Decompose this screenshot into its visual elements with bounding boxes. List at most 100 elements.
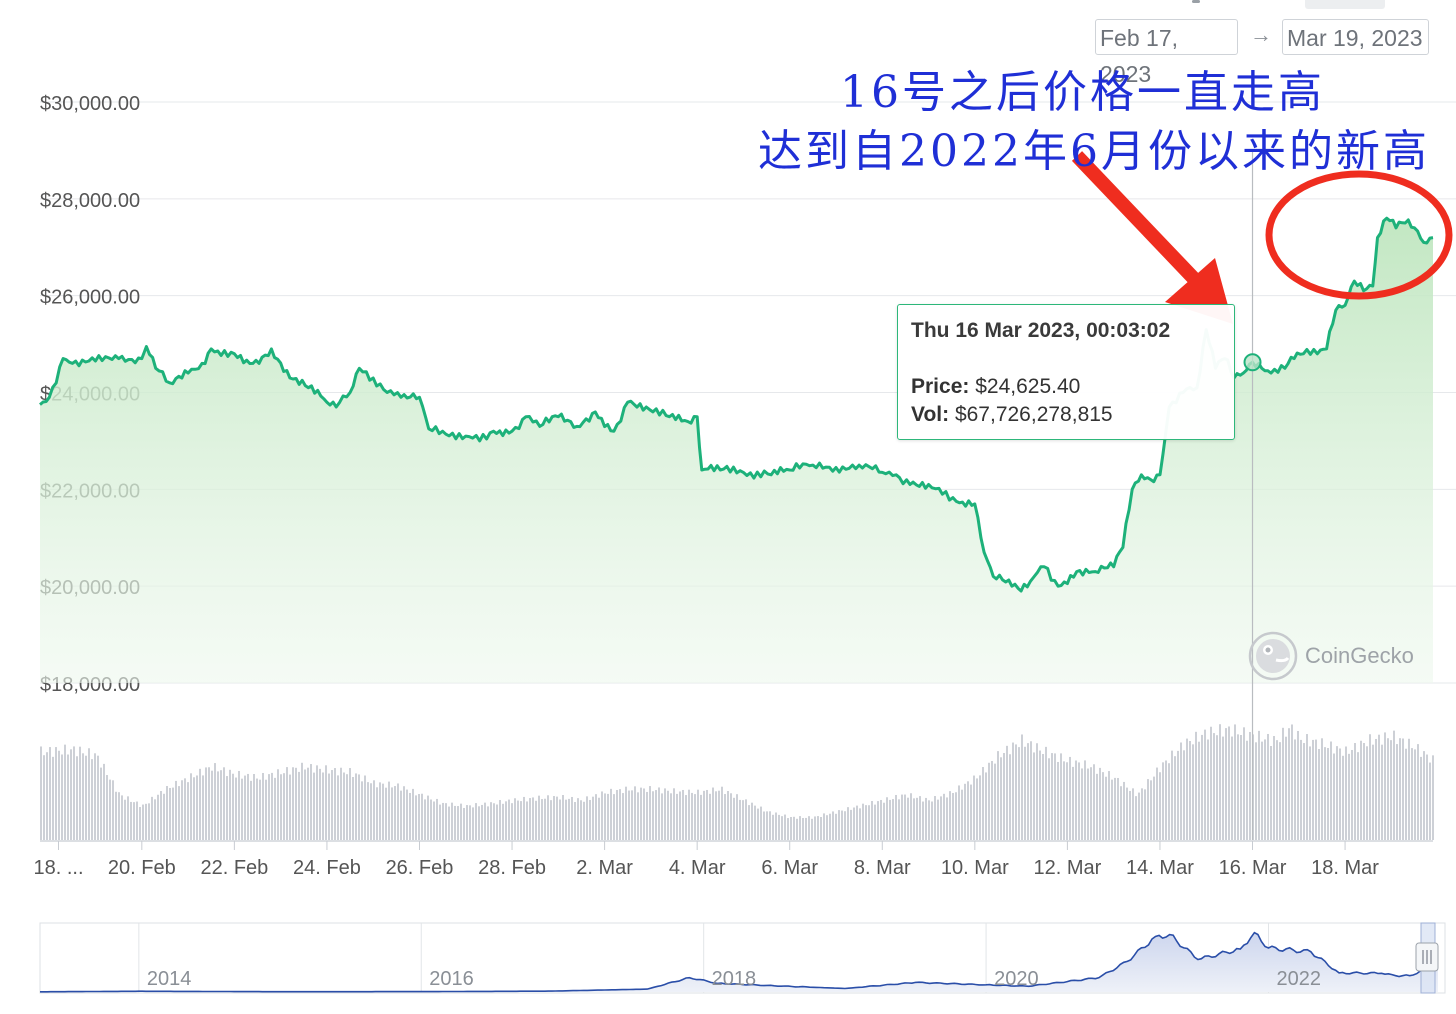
volume-bar	[676, 793, 678, 840]
volume-bar	[613, 794, 615, 840]
volume-bar	[970, 784, 972, 840]
volume-bar	[760, 806, 762, 840]
volume-bar	[985, 772, 987, 840]
volume-bar	[1057, 761, 1059, 840]
volume-bar	[1372, 744, 1374, 840]
volume-bar	[961, 789, 963, 840]
volume-bar	[376, 787, 378, 840]
volume-bar	[664, 788, 666, 840]
navigator[interactable]: 2014 2016 2018 2020 2022	[39, 922, 1446, 994]
volume-bar	[256, 778, 258, 840]
volume-bar	[796, 818, 798, 840]
volume-bar	[1141, 788, 1143, 840]
navigator-handle[interactable]	[1415, 942, 1439, 972]
volume-bar	[1105, 776, 1107, 840]
volume-bar	[427, 795, 429, 840]
volume-bar	[1291, 724, 1293, 840]
volume-bar	[538, 795, 540, 840]
volume-bar	[1327, 747, 1329, 840]
volume-bar	[679, 791, 681, 840]
volume-bar	[493, 803, 495, 840]
volume-bar	[157, 794, 159, 840]
navigator-tick-label: 2018	[712, 968, 757, 990]
volume-bar	[859, 808, 861, 840]
volume-bar	[280, 774, 282, 840]
volume-bar	[697, 789, 699, 840]
volume-bar	[109, 779, 111, 840]
volume-bar	[988, 762, 990, 840]
volume-bar	[1375, 738, 1377, 840]
volume-bar	[925, 797, 927, 840]
volume-bar	[646, 791, 648, 840]
volume-bar	[223, 767, 225, 840]
volume-bar	[562, 795, 564, 840]
volume-bar	[178, 786, 180, 840]
volume-bar	[1354, 743, 1356, 840]
volume-bar	[877, 801, 879, 840]
volume-bar	[748, 805, 750, 840]
volume-bar	[556, 796, 558, 840]
volume-bar	[115, 791, 117, 840]
volume-bar	[1336, 746, 1338, 840]
volume-bar	[1402, 738, 1404, 840]
navigator-tick-label: 2016	[429, 968, 474, 990]
volume-bar	[832, 811, 834, 840]
volume-bar	[196, 775, 198, 840]
volume-bar	[658, 787, 660, 840]
volume-bar	[1390, 740, 1392, 840]
volume-bar	[583, 801, 585, 840]
volume-bar	[1171, 750, 1173, 840]
volume-bar	[1288, 728, 1290, 840]
volume-bar	[262, 772, 264, 840]
volume-bar	[874, 804, 876, 840]
volume-bar	[1414, 749, 1416, 840]
volume-bar	[1276, 740, 1278, 840]
volume-bar	[514, 798, 516, 840]
volume-bar	[1243, 727, 1245, 840]
volume-bar	[232, 773, 234, 840]
volume-bar	[1210, 726, 1212, 840]
volume-bar	[337, 775, 339, 840]
volume-bar	[1399, 738, 1401, 840]
x-axis: 18. ... 20. Feb 22. Feb 24. Feb 26. Feb 28. F…	[33, 841, 1379, 879]
volume-bar	[871, 800, 873, 840]
volume-bar	[1219, 724, 1221, 840]
volume-bar	[1114, 777, 1116, 840]
volume-bar	[46, 752, 48, 840]
volume-bar	[1312, 739, 1314, 840]
volume-bar	[211, 770, 213, 840]
volume-bar	[1063, 761, 1065, 840]
volume-bar	[910, 793, 912, 840]
volume-bar	[1111, 779, 1113, 840]
volume-bar	[751, 802, 753, 840]
volume-bar	[229, 769, 231, 840]
volume-bar	[547, 795, 549, 840]
volume-bar	[1012, 742, 1014, 840]
volume-bar	[325, 765, 327, 840]
volume-bar	[367, 782, 369, 840]
volume-bar	[433, 801, 435, 840]
volume-bar	[1030, 741, 1032, 840]
volume-bar	[1198, 741, 1200, 840]
volume-bar	[1090, 767, 1092, 840]
volume-bar	[352, 777, 354, 840]
volume-bar	[58, 750, 60, 840]
volume-bar	[487, 806, 489, 840]
volume-bar	[499, 800, 501, 840]
volume-bars	[40, 724, 1434, 840]
volume-bar	[298, 771, 300, 840]
volume-bar	[898, 799, 900, 840]
volume-bar	[1072, 766, 1074, 840]
x-tick-label: 6. Mar	[761, 857, 818, 879]
volume-bar	[169, 787, 171, 840]
volume-bar	[814, 816, 816, 840]
volume-bar	[52, 756, 54, 840]
volume-bar	[916, 797, 918, 840]
volume-bar	[1432, 755, 1434, 840]
volume-bar	[319, 768, 321, 840]
volume-bar	[940, 796, 942, 840]
volume-bar	[754, 805, 756, 840]
volume-bar	[631, 790, 633, 840]
volume-bar	[847, 807, 849, 840]
volume-bar	[418, 794, 420, 840]
